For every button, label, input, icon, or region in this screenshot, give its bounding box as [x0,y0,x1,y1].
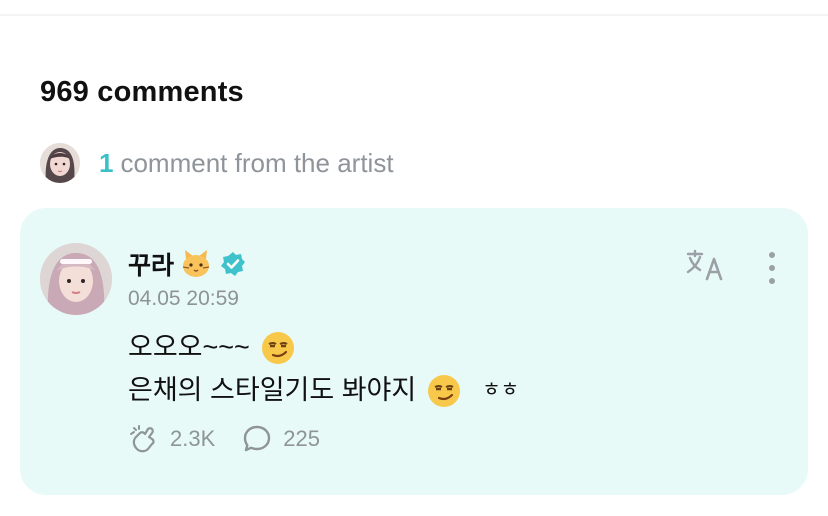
artist-mini-avatar [40,143,80,183]
author-name-row: 꾸라 [128,246,246,282]
comment-actions: 2.3K 225 [128,423,346,455]
cheer-count: 2.3K [170,426,216,451]
artist-comment-count: 1 [99,147,114,178]
comment-line-1-text: 오오오~~~ [128,332,250,362]
smirking-face-icon [261,331,294,364]
smirking-face-icon [428,374,461,407]
comment-body: 오오오~~~ 은채의 스타일기도 봐야지 ㅎㅎ [128,326,519,412]
comment-line-2: 은채의 스타일기도 봐야지 ㅎㅎ [128,369,519,412]
translate-icon[interactable] [684,248,726,284]
comment-timestamp: 04.05 20:59 [128,287,239,310]
comment-bubble-icon [244,425,271,452]
artist-comments-label: 1 comment from the artist [99,148,394,179]
cat-face-icon [182,250,210,277]
comment-line-2-text: 은채의 스타일기도 봐야지 [128,375,417,405]
comments-count-title: 969 comments [40,76,244,108]
author-avatar[interactable] [40,243,112,315]
comment-suffix: ㅎㅎ [482,379,520,401]
comments-screen: 969 comments 1 comment from the artist 꾸… [0,0,828,516]
artist-comment-text: comment from the artist [120,147,394,178]
more-vertical-icon[interactable] [760,248,784,288]
cheer-hand-icon [130,425,155,453]
reply-button[interactable]: 225 [241,423,320,455]
artist-comments-link[interactable]: 1 comment from the artist [40,143,394,183]
artist-comment-card: 꾸라 04.05 20:59 오오오~~~ 은채의 스타일기도 봐야지 ㅎㅎ 2… [20,208,808,495]
verified-badge-icon [221,252,246,276]
reply-count: 225 [283,426,320,451]
cheer-button[interactable]: 2.3K [128,423,215,455]
author-name[interactable]: 꾸라 [128,246,174,282]
comment-line-1: 오오오~~~ [128,326,519,369]
top-divider [0,0,828,16]
